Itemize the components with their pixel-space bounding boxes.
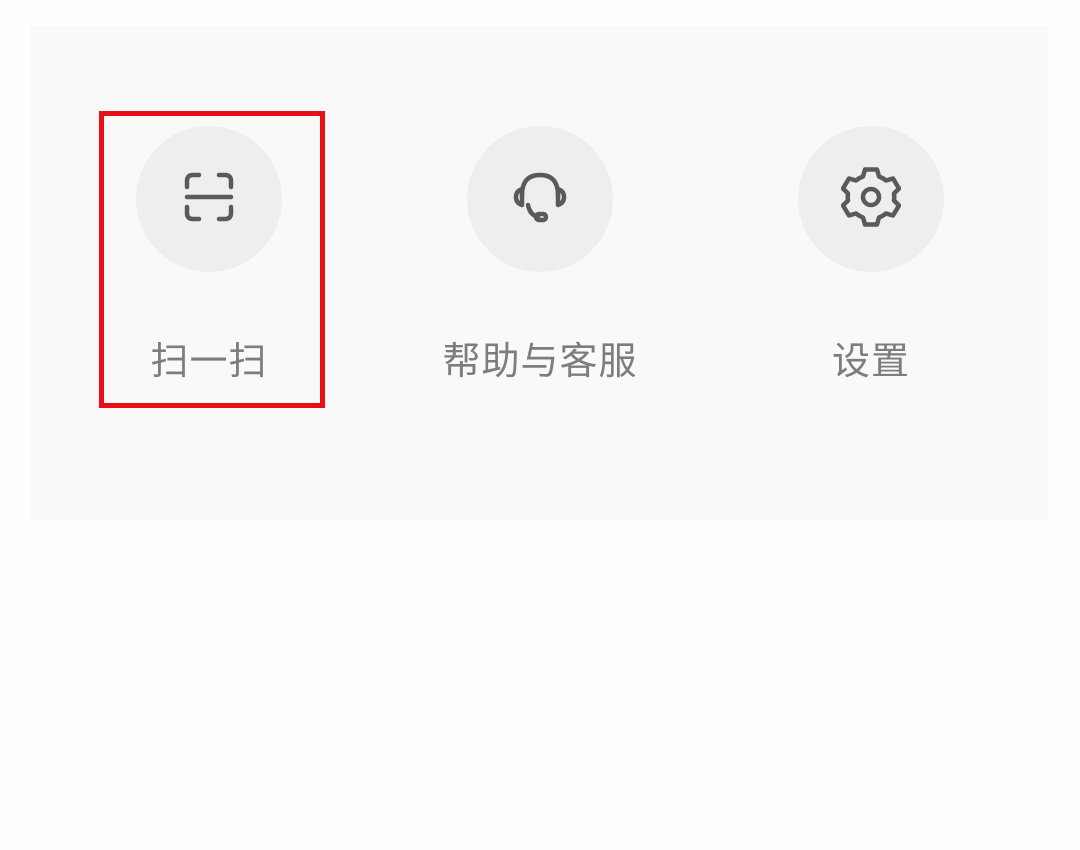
scan-icon-circle [136, 126, 282, 272]
help-and-service-button[interactable]: 帮助与客服 [420, 126, 660, 383]
settings-label: 设置 [831, 339, 910, 383]
gear-icon [840, 167, 902, 231]
gear-icon-circle [798, 126, 944, 272]
scan-button[interactable]: 扫一扫 [89, 126, 329, 383]
scan-label: 扫一扫 [150, 339, 268, 383]
headset-icon [510, 167, 570, 231]
scan-icon [181, 169, 237, 229]
help-and-service-label: 帮助与客服 [442, 339, 638, 383]
headset-icon-circle [467, 126, 613, 272]
settings-button[interactable]: 设置 [751, 126, 991, 383]
